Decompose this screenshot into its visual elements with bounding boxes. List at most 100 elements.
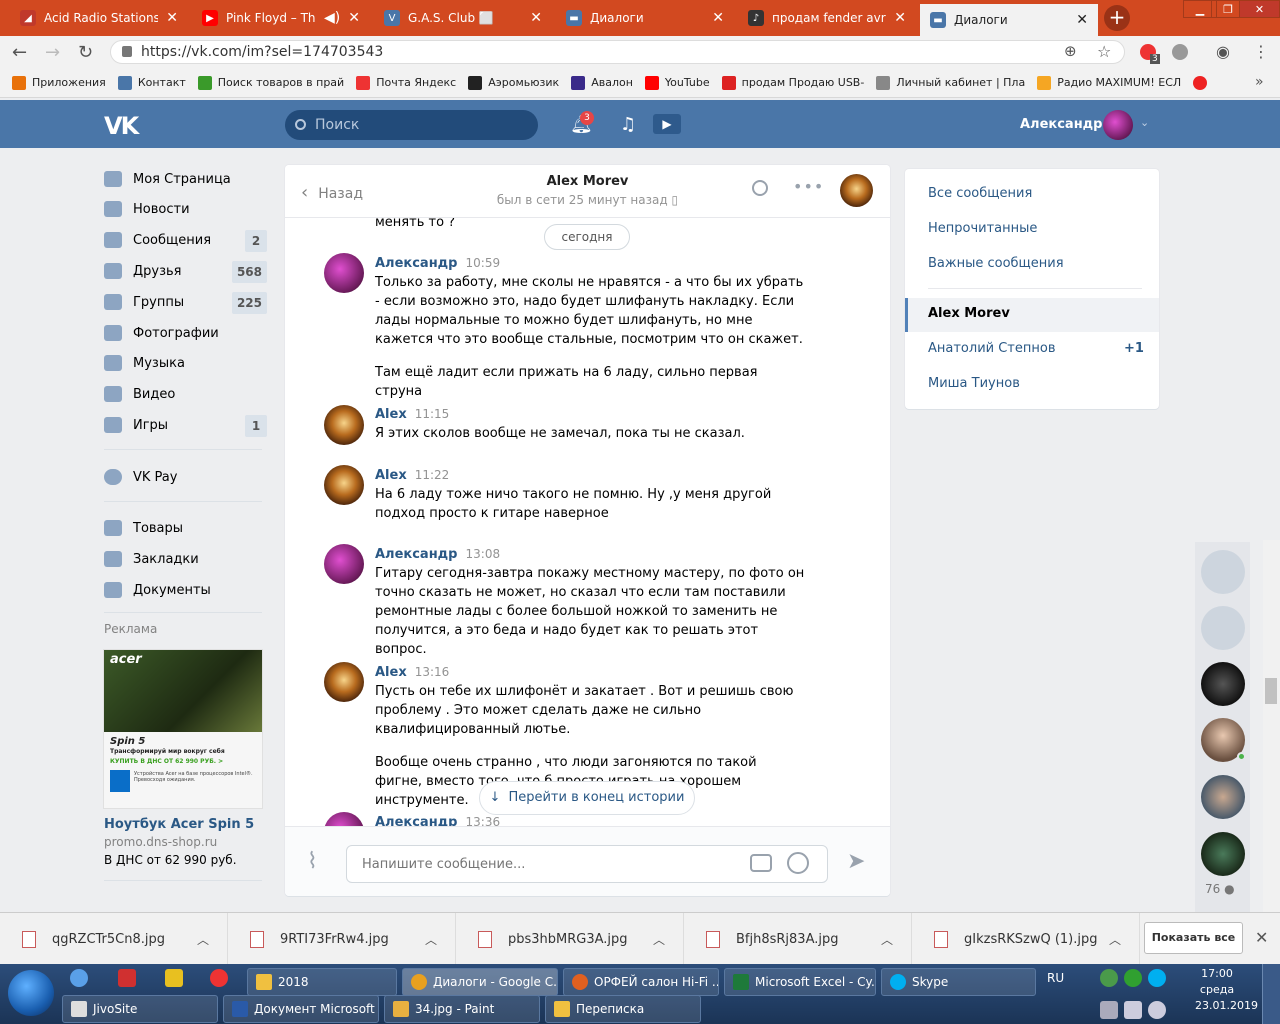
start-button[interactable] [8, 970, 54, 1016]
quicklaunch-icon[interactable] [165, 969, 183, 987]
quicklaunch-icon[interactable] [70, 969, 88, 987]
avatar[interactable] [1201, 606, 1245, 650]
search-input[interactable]: Поиск [285, 110, 538, 140]
play-icon[interactable]: ▶ [653, 114, 681, 134]
back-arrow-icon[interactable]: ← [12, 42, 27, 63]
info-icon[interactable] [1148, 1001, 1166, 1019]
chevron-up-icon[interactable]: ︿ [653, 931, 665, 948]
browser-tab-active[interactable]: ▬ Диалоги ✕ [920, 4, 1098, 36]
more-icon[interactable]: ••• [793, 177, 824, 196]
dialog-item-misha[interactable]: Миша Тиунов [928, 376, 1020, 391]
chevron-up-icon[interactable]: ︿ [881, 931, 893, 948]
chevron-down-icon[interactable]: ⌄ [1140, 116, 1149, 129]
profile-icon[interactable]: ◉ [1216, 42, 1230, 61]
taskbar-item[interactable]: Переписка [545, 995, 701, 1023]
avatar[interactable] [324, 465, 364, 505]
zoom-icon[interactable]: ⊕ [1064, 42, 1077, 60]
menu-item-messages[interactable]: Сообщения 2 [104, 225, 267, 255]
avatar[interactable] [324, 812, 364, 826]
star-icon[interactable]: ☆ [1097, 42, 1111, 61]
browser-tab[interactable]: ▶Pink Floyd – The Dr◀)✕ [192, 3, 370, 33]
menu-icon[interactable]: ⋮ [1253, 42, 1269, 61]
chevron-up-icon[interactable]: ︿ [1109, 931, 1121, 948]
avatar[interactable] [1103, 110, 1133, 140]
extension-icon[interactable] [1172, 44, 1188, 60]
menu-item-groups[interactable]: Группы 225 [104, 287, 267, 317]
bookmark-item[interactable]: Контакт [117, 75, 186, 90]
taskbar-item[interactable]: 2018 [247, 968, 397, 996]
scrollbar-thumb[interactable] [1265, 678, 1277, 704]
show-desktop-button[interactable] [1262, 964, 1280, 1024]
speaker-icon[interactable]: ◀) [324, 10, 340, 26]
bookmark-item[interactable]: Радио MAXIMUM! ЕСЛ [1037, 75, 1181, 90]
search-icon[interactable] [752, 180, 768, 196]
vk-logo[interactable]: VK [104, 112, 139, 140]
close-icon[interactable]: ✕ [712, 10, 724, 26]
bookmark-item[interactable] [1193, 75, 1213, 90]
bookmark-apps[interactable]: Приложения [12, 75, 106, 90]
avatar[interactable] [324, 544, 364, 584]
filter-unread[interactable]: Непрочитанные [928, 221, 1037, 236]
yandex-icon[interactable] [210, 969, 228, 987]
message-author[interactable]: Alex 11:15 [375, 407, 449, 422]
bookmark-item[interactable]: YouTube [644, 75, 710, 90]
close-icon[interactable]: ✕ [1076, 12, 1088, 28]
bookmark-item[interactable]: Поиск товаров в прай [197, 75, 344, 90]
filter-all-messages[interactable]: Все сообщения [928, 186, 1032, 201]
smile-icon[interactable] [787, 852, 809, 874]
menu-item-documents[interactable]: Документы [104, 575, 267, 605]
menu-item-bookmarks[interactable]: Закладки [104, 544, 267, 574]
camera-icon[interactable] [750, 854, 772, 872]
new-tab-button[interactable]: + [1104, 5, 1130, 31]
download-item[interactable]: qgRZCTr5Cn8.jpg ︿ [0, 913, 228, 965]
chevron-up-icon[interactable]: ︿ [197, 931, 209, 948]
avatar[interactable] [1201, 550, 1245, 594]
tray-icon[interactable] [1124, 969, 1142, 987]
browser-tab[interactable]: ♪продам fender avri62 7✕ [738, 3, 916, 33]
menu-item-news[interactable]: Новости [104, 194, 267, 224]
url-input[interactable]: https://vk.com/im?sel=174703543 [110, 40, 1125, 64]
menu-item-friends[interactable]: Друзья 568 [104, 256, 267, 286]
bookmark-item[interactable]: продам Продаю USB- [721, 75, 864, 90]
message-author[interactable]: Александр 13:08 [375, 547, 500, 562]
network-icon[interactable] [1100, 969, 1118, 987]
dialog-item-alex-morev[interactable]: Alex Morev [928, 306, 1010, 321]
friends-count[interactable]: 76 ● [1205, 882, 1235, 896]
menu-item-photos[interactable]: Фотографии [104, 318, 267, 348]
browser-tab[interactable]: V G.A.S. Club ⬜ ✕ [374, 3, 552, 33]
download-item[interactable]: pbs3hbMRG3A.jpg ︿ [456, 913, 684, 965]
avatar[interactable] [1201, 775, 1245, 819]
avatar[interactable] [1201, 662, 1245, 706]
scrollbar[interactable] [1263, 540, 1280, 912]
message-author[interactable]: Alex 13:16 [375, 665, 449, 680]
language-indicator[interactable]: RU [1047, 971, 1064, 985]
browser-tab[interactable]: ◢ Acid Radio Stations ✕ [10, 3, 188, 33]
menu-item-games[interactable]: Игры 1 [104, 410, 267, 440]
speaker-icon[interactable] [1124, 1001, 1142, 1019]
ad-image[interactable]: acer Spin 5 Трансформируй мир вокруг себ… [103, 649, 263, 809]
close-icon[interactable]: ✕ [348, 10, 360, 26]
avatar[interactable] [1201, 832, 1245, 876]
taskbar-item-active[interactable]: Диалоги - Google C... [402, 968, 558, 996]
more-bookmarks-icon[interactable]: » [1255, 74, 1264, 90]
show-all-downloads-button[interactable]: Показать все [1144, 922, 1243, 954]
clock[interactable]: 17:00 среда 23.01.2019 [1195, 966, 1258, 1014]
browser-tab[interactable]: ▬ Диалоги ✕ [556, 3, 734, 33]
ad-title[interactable]: Ноутбук Acer Spin 5 [104, 817, 254, 832]
menu-item-vkpay[interactable]: VK Pay [104, 462, 267, 492]
bookmark-item[interactable]: Личный кабинет | Пла [876, 75, 1025, 90]
peer-avatar[interactable] [840, 174, 873, 207]
music-icon[interactable]: ♫ [620, 114, 636, 135]
taskbar-item[interactable]: 34.jpg - Paint [384, 995, 540, 1023]
forward-arrow-icon[interactable]: → [45, 42, 60, 63]
dialog-item-anatoly[interactable]: Анатолий Степнов [928, 341, 1056, 356]
bookmark-item[interactable]: Авалон [571, 75, 633, 90]
avatar[interactable] [324, 253, 364, 293]
menu-item-video[interactable]: Видео [104, 379, 267, 409]
send-icon[interactable]: ➤ [847, 849, 865, 874]
close-icon[interactable]: ✕ [1255, 928, 1268, 947]
message-author[interactable]: Alex 11:22 [375, 468, 449, 483]
message-author[interactable]: Александр 13:36 [375, 815, 500, 826]
download-item[interactable]: 9RTI73FrRw4.jpg ︿ [228, 913, 456, 965]
taskbar-item[interactable]: Документ Microsoft ... [223, 995, 379, 1023]
